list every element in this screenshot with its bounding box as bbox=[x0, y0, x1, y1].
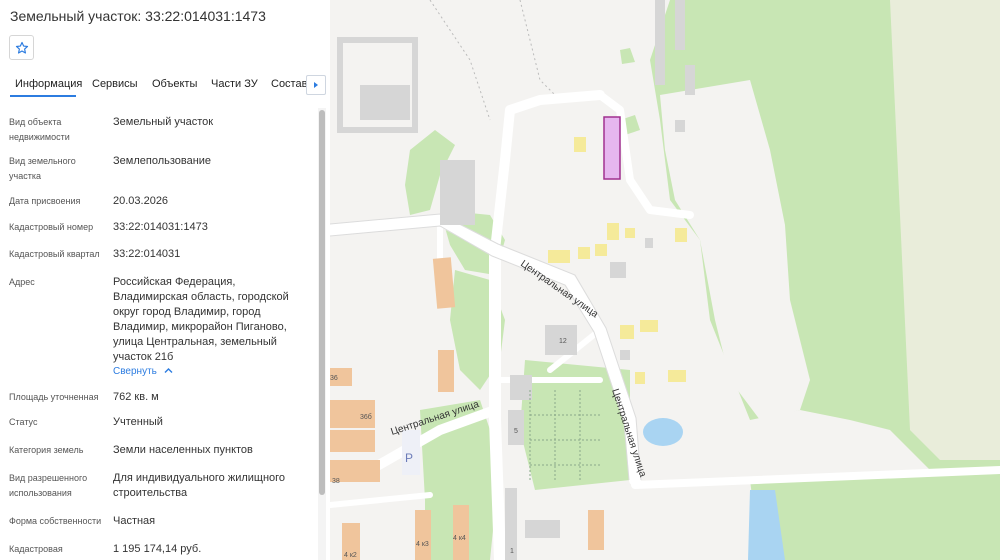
property-label: Вид земельного участка bbox=[9, 156, 76, 181]
property-label: Дата присвоения bbox=[9, 196, 81, 206]
building bbox=[438, 350, 454, 392]
building bbox=[574, 137, 586, 152]
building bbox=[610, 262, 626, 278]
building-number: 38 bbox=[332, 478, 340, 485]
property-label: Адрес bbox=[9, 277, 35, 287]
building bbox=[432, 257, 456, 309]
building bbox=[595, 244, 607, 256]
street-label: Центральная улица bbox=[518, 258, 600, 320]
tab-parts[interactable]: Части ЗУ bbox=[211, 78, 258, 90]
building bbox=[675, 0, 685, 50]
building bbox=[640, 320, 658, 332]
building-number: 36 bbox=[330, 375, 338, 382]
chevron-up-icon bbox=[164, 368, 173, 373]
scrollbar-thumb[interactable] bbox=[319, 110, 325, 495]
building bbox=[607, 223, 619, 240]
highlighted-parcel bbox=[603, 116, 621, 180]
building bbox=[655, 0, 665, 85]
building bbox=[668, 370, 686, 382]
property-label: Категория земель bbox=[9, 445, 84, 455]
property-label: Кадастровый квартал bbox=[9, 249, 100, 259]
property-value: 1 195 174,14 руб. bbox=[113, 543, 202, 555]
building bbox=[620, 325, 634, 339]
building bbox=[548, 250, 570, 263]
building bbox=[645, 238, 653, 248]
building-number: 4 к2 bbox=[344, 552, 357, 559]
building bbox=[675, 120, 685, 132]
active-tab-indicator bbox=[10, 95, 76, 97]
property-value: Частная bbox=[113, 515, 156, 527]
building bbox=[525, 520, 560, 538]
building bbox=[588, 510, 604, 550]
star-outline-icon bbox=[15, 41, 28, 54]
favorite-button[interactable] bbox=[9, 35, 34, 60]
property-value: 20.03.2026 bbox=[113, 195, 169, 207]
footpath bbox=[429, 0, 491, 121]
property-label: Кадастровая bbox=[9, 544, 63, 554]
building-number: 36б bbox=[360, 413, 372, 421]
page-title: Земельный участок: 33:22:014031:1473 bbox=[10, 8, 266, 24]
building-number: 12 bbox=[559, 338, 567, 345]
building bbox=[360, 85, 410, 120]
property-value: Российская Федерация, Владимирская облас… bbox=[113, 276, 289, 363]
tab-bar: Информация Сервисы Объекты Части ЗУ Сост… bbox=[0, 70, 330, 98]
tabs-next-button[interactable] bbox=[306, 75, 326, 95]
property-value: 762 кв. м bbox=[113, 391, 159, 403]
property-value: Учтенный bbox=[113, 416, 163, 428]
building bbox=[330, 430, 375, 452]
property-value: Землепользование bbox=[113, 155, 212, 167]
building bbox=[578, 247, 590, 259]
property-label: Кадастровый номер bbox=[9, 222, 94, 232]
property-value: 33:22:014031:1473 bbox=[113, 221, 208, 233]
road bbox=[330, 492, 433, 508]
road bbox=[490, 90, 605, 255]
building-number: 4 к3 bbox=[416, 541, 429, 548]
building bbox=[453, 505, 469, 560]
property-value: Для индивидуального жилищного строительс… bbox=[113, 472, 286, 499]
parking-label: P bbox=[405, 451, 413, 465]
property-label: Статус bbox=[9, 417, 38, 427]
footpath bbox=[519, 0, 561, 101]
building bbox=[625, 228, 635, 238]
map-view[interactable]: P Центральная улица Центральная улица Це… bbox=[330, 0, 1000, 560]
park-area bbox=[620, 48, 635, 64]
building-number: 1 bbox=[510, 548, 514, 555]
tab-info[interactable]: Информация bbox=[15, 78, 82, 90]
chevron-right-icon bbox=[314, 82, 318, 88]
property-label: Форма собственности bbox=[9, 516, 102, 526]
tab-services[interactable]: Сервисы bbox=[92, 78, 138, 90]
park-area bbox=[750, 470, 1000, 560]
building bbox=[685, 65, 695, 95]
tab-objects[interactable]: Объекты bbox=[152, 78, 197, 90]
building bbox=[675, 228, 687, 242]
property-value: Земли населенных пунктов bbox=[113, 444, 253, 456]
property-label: Вид разрешенного использования bbox=[9, 473, 88, 498]
collapse-link[interactable]: Свернуть bbox=[113, 366, 173, 377]
building bbox=[635, 372, 645, 384]
road bbox=[489, 244, 506, 560]
building bbox=[440, 160, 475, 225]
building bbox=[510, 375, 532, 400]
info-panel: Земельный участок: 33:22:014031:1473 Инф… bbox=[0, 0, 331, 560]
building-number: 4 к4 bbox=[453, 535, 466, 542]
tab-composition[interactable]: Состав bbox=[271, 78, 307, 90]
map-canvas[interactable]: P Центральная улица Центральная улица Це… bbox=[330, 0, 1000, 560]
building-number: 5 bbox=[514, 428, 518, 435]
building bbox=[415, 510, 431, 560]
property-label: Площадь уточненная bbox=[9, 392, 99, 402]
property-value: Земельный участок bbox=[113, 116, 214, 128]
collapse-label: Свернуть bbox=[113, 366, 157, 377]
property-value: 33:22:014031 bbox=[113, 248, 181, 260]
building bbox=[620, 350, 630, 360]
property-label: Вид объекта недвижимости bbox=[9, 117, 70, 142]
pond bbox=[643, 418, 683, 446]
